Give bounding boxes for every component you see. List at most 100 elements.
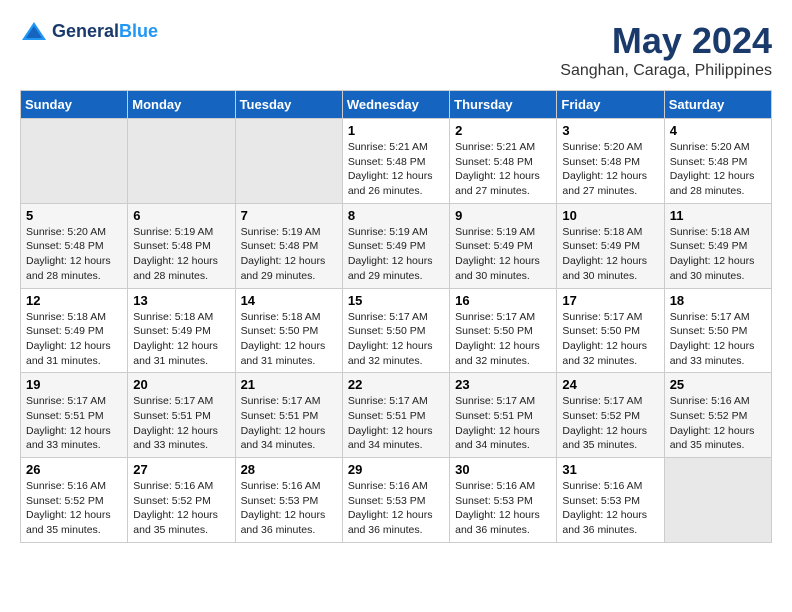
header-sunday: Sunday xyxy=(21,91,128,119)
table-row: 31 Sunrise: 5:16 AM Sunset: 5:53 PM Dayli… xyxy=(557,458,664,543)
day-number: 25 xyxy=(670,377,766,392)
calendar-week-row: 1 Sunrise: 5:21 AM Sunset: 5:48 PM Daylig… xyxy=(21,119,772,204)
day-info: Sunrise: 5:17 AM Sunset: 5:51 PM Dayligh… xyxy=(133,394,229,453)
day-number: 1 xyxy=(348,123,444,138)
day-number: 9 xyxy=(455,208,551,223)
title-block: May 2024 Sanghan, Caraga, Philippines xyxy=(560,20,772,80)
table-row: 13 Sunrise: 5:18 AM Sunset: 5:49 PM Dayli… xyxy=(128,288,235,373)
table-row: 28 Sunrise: 5:16 AM Sunset: 5:53 PM Dayli… xyxy=(235,458,342,543)
table-row: 5 Sunrise: 5:20 AM Sunset: 5:48 PM Daylig… xyxy=(21,203,128,288)
day-info: Sunrise: 5:17 AM Sunset: 5:51 PM Dayligh… xyxy=(26,394,122,453)
table-row: 27Sunrise: 5:16 AM Sunset: 5:52 PM Dayli… xyxy=(128,458,235,543)
calendar-table: Sunday Monday Tuesday Wednesday Thursday… xyxy=(20,90,772,543)
day-number: 20 xyxy=(133,377,229,392)
day-number: 6 xyxy=(133,208,229,223)
day-number: 28 xyxy=(241,462,337,477)
day-number: 16 xyxy=(455,293,551,308)
header-saturday: Saturday xyxy=(664,91,771,119)
day-info: Sunrise: 5:17 AM Sunset: 5:52 PM Dayligh… xyxy=(562,394,658,453)
day-info: Sunrise: 5:17 AM Sunset: 5:50 PM Dayligh… xyxy=(348,310,444,369)
calendar-week-row: 19Sunrise: 5:17 AM Sunset: 5:51 PM Dayli… xyxy=(21,373,772,458)
table-row: 1 Sunrise: 5:21 AM Sunset: 5:48 PM Daylig… xyxy=(342,119,449,204)
day-number: 15 xyxy=(348,293,444,308)
header-thursday: Thursday xyxy=(450,91,557,119)
day-number: 8 xyxy=(348,208,444,223)
day-info: Sunrise: 5:17 AM Sunset: 5:51 PM Dayligh… xyxy=(241,394,337,453)
day-info: Sunrise: 5:20 AM Sunset: 5:48 PM Dayligh… xyxy=(562,140,658,199)
calendar-week-row: 5 Sunrise: 5:20 AM Sunset: 5:48 PM Daylig… xyxy=(21,203,772,288)
header-wednesday: Wednesday xyxy=(342,91,449,119)
table-row xyxy=(235,119,342,204)
table-row: 14Sunrise: 5:18 AM Sunset: 5:50 PM Dayli… xyxy=(235,288,342,373)
day-info: Sunrise: 5:16 AM Sunset: 5:52 PM Dayligh… xyxy=(670,394,766,453)
header-friday: Friday xyxy=(557,91,664,119)
day-number: 11 xyxy=(670,208,766,223)
day-info: Sunrise: 5:16 AM Sunset: 5:53 PM Dayligh… xyxy=(241,479,337,538)
day-info: Sunrise: 5:17 AM Sunset: 5:50 PM Dayligh… xyxy=(670,310,766,369)
table-row: 2 Sunrise: 5:21 AM Sunset: 5:48 PM Daylig… xyxy=(450,119,557,204)
day-info: Sunrise: 5:19 AM Sunset: 5:48 PM Dayligh… xyxy=(241,225,337,284)
table-row: 26Sunrise: 5:16 AM Sunset: 5:52 PM Dayli… xyxy=(21,458,128,543)
day-info: Sunrise: 5:16 AM Sunset: 5:52 PM Dayligh… xyxy=(133,479,229,538)
table-row: 9 Sunrise: 5:19 AM Sunset: 5:49 PM Daylig… xyxy=(450,203,557,288)
day-number: 23 xyxy=(455,377,551,392)
table-row xyxy=(21,119,128,204)
day-info: Sunrise: 5:21 AM Sunset: 5:48 PM Dayligh… xyxy=(455,140,551,199)
table-row: 8 Sunrise: 5:19 AM Sunset: 5:49 PM Daylig… xyxy=(342,203,449,288)
day-info: Sunrise: 5:19 AM Sunset: 5:49 PM Dayligh… xyxy=(455,225,551,284)
day-number: 4 xyxy=(670,123,766,138)
day-info: Sunrise: 5:21 AM Sunset: 5:48 PM Dayligh… xyxy=(348,140,444,199)
table-row: 18Sunrise: 5:17 AM Sunset: 5:50 PM Dayli… xyxy=(664,288,771,373)
day-number: 5 xyxy=(26,208,122,223)
table-row xyxy=(128,119,235,204)
day-info: Sunrise: 5:20 AM Sunset: 5:48 PM Dayligh… xyxy=(26,225,122,284)
table-row: 17Sunrise: 5:17 AM Sunset: 5:50 PM Dayli… xyxy=(557,288,664,373)
day-number: 7 xyxy=(241,208,337,223)
day-number: 21 xyxy=(241,377,337,392)
table-row: 12 Sunrise: 5:18 AM Sunset: 5:49 PM Dayli… xyxy=(21,288,128,373)
table-row: 22Sunrise: 5:17 AM Sunset: 5:51 PM Dayli… xyxy=(342,373,449,458)
logo: GeneralBlue xyxy=(20,20,158,44)
page-header: GeneralBlue May 2024 Sanghan, Caraga, Ph… xyxy=(20,20,772,80)
table-row xyxy=(664,458,771,543)
logo-icon xyxy=(20,20,48,44)
table-row: 23 Sunrise: 5:17 AM Sunset: 5:51 PM Dayli… xyxy=(450,373,557,458)
day-info: Sunrise: 5:16 AM Sunset: 5:53 PM Dayligh… xyxy=(562,479,658,538)
table-row: 29Sunrise: 5:16 AM Sunset: 5:53 PM Dayli… xyxy=(342,458,449,543)
header-tuesday: Tuesday xyxy=(235,91,342,119)
header-monday: Monday xyxy=(128,91,235,119)
day-info: Sunrise: 5:18 AM Sunset: 5:49 PM Dayligh… xyxy=(562,225,658,284)
table-row: 21 Sunrise: 5:17 AM Sunset: 5:51 PM Dayli… xyxy=(235,373,342,458)
day-info: Sunrise: 5:18 AM Sunset: 5:49 PM Dayligh… xyxy=(133,310,229,369)
day-number: 31 xyxy=(562,462,658,477)
day-number: 10 xyxy=(562,208,658,223)
day-info: Sunrise: 5:17 AM Sunset: 5:51 PM Dayligh… xyxy=(455,394,551,453)
table-row: 24 Sunrise: 5:17 AM Sunset: 5:52 PM Dayli… xyxy=(557,373,664,458)
table-row: 3Sunrise: 5:20 AM Sunset: 5:48 PM Daylig… xyxy=(557,119,664,204)
day-info: Sunrise: 5:17 AM Sunset: 5:51 PM Dayligh… xyxy=(348,394,444,453)
table-row: 4 Sunrise: 5:20 AM Sunset: 5:48 PM Daylig… xyxy=(664,119,771,204)
day-number: 17 xyxy=(562,293,658,308)
table-row: 20 Sunrise: 5:17 AM Sunset: 5:51 PM Dayli… xyxy=(128,373,235,458)
day-info: Sunrise: 5:20 AM Sunset: 5:48 PM Dayligh… xyxy=(670,140,766,199)
day-number: 26 xyxy=(26,462,122,477)
month-title: May 2024 xyxy=(560,20,772,62)
day-number: 30 xyxy=(455,462,551,477)
day-number: 2 xyxy=(455,123,551,138)
day-info: Sunrise: 5:19 AM Sunset: 5:49 PM Dayligh… xyxy=(348,225,444,284)
table-row: 7 Sunrise: 5:19 AM Sunset: 5:48 PM Daylig… xyxy=(235,203,342,288)
day-number: 14 xyxy=(241,293,337,308)
day-number: 24 xyxy=(562,377,658,392)
day-number: 12 xyxy=(26,293,122,308)
day-number: 13 xyxy=(133,293,229,308)
table-row: 15 Sunrise: 5:17 AM Sunset: 5:50 PM Dayli… xyxy=(342,288,449,373)
table-row: 19Sunrise: 5:17 AM Sunset: 5:51 PM Dayli… xyxy=(21,373,128,458)
calendar-week-row: 26 Sunrise: 5:16 AM Sunset: 5:52 PM Dayli… xyxy=(21,458,772,543)
day-info: Sunrise: 5:18 AM Sunset: 5:49 PM Dayligh… xyxy=(26,310,122,369)
day-info: Sunrise: 5:18 AM Sunset: 5:49 PM Dayligh… xyxy=(670,225,766,284)
table-row: 30Sunrise: 5:16 AM Sunset: 5:53 PM Dayli… xyxy=(450,458,557,543)
table-row: 6Sunrise: 5:19 AM Sunset: 5:48 PM Daylig… xyxy=(128,203,235,288)
table-row: 16Sunrise: 5:17 AM Sunset: 5:50 PM Dayli… xyxy=(450,288,557,373)
table-row: 25 Sunrise: 5:16 AM Sunset: 5:52 PM Dayli… xyxy=(664,373,771,458)
location-title: Sanghan, Caraga, Philippines xyxy=(560,62,772,80)
